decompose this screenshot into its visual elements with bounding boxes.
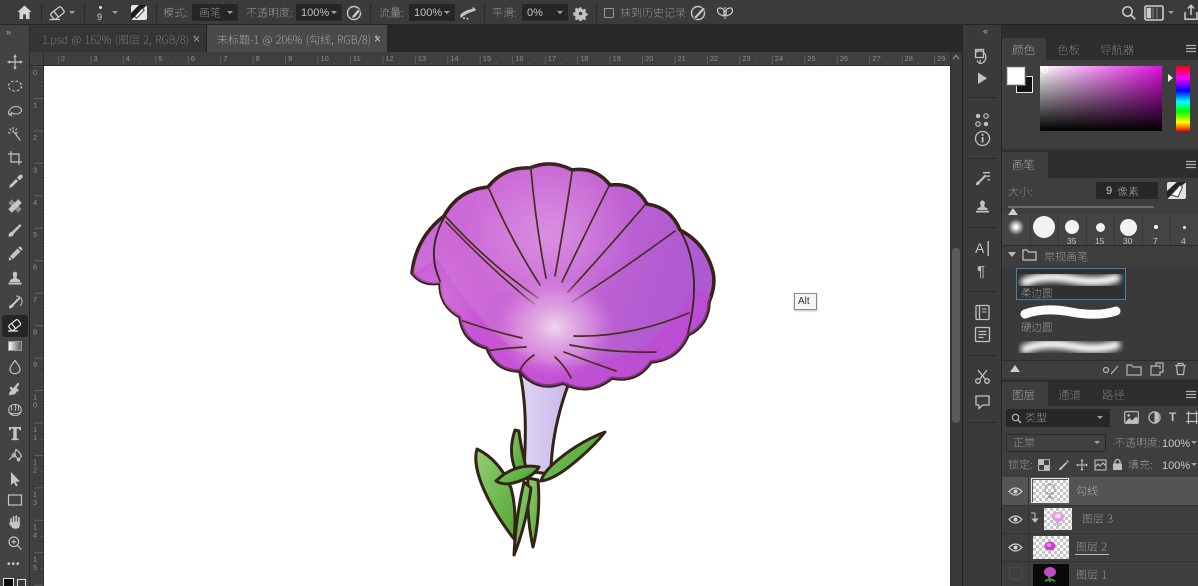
svg-text:6: 6 (33, 263, 37, 272)
svg-text:17: 17 (548, 54, 556, 63)
svg-text:16: 16 (515, 54, 523, 63)
svg-text:6: 6 (191, 54, 195, 63)
svg-text:4: 4 (33, 530, 37, 539)
svg-text:10: 10 (321, 54, 329, 63)
svg-text:28: 28 (905, 54, 913, 63)
svg-text:5: 5 (158, 54, 162, 63)
svg-text:9: 9 (33, 360, 37, 369)
svg-text:22: 22 (710, 54, 718, 63)
svg-text:3: 3 (93, 54, 97, 63)
svg-text:0: 0 (33, 68, 37, 77)
svg-text:2: 2 (61, 54, 65, 63)
svg-text:20: 20 (645, 54, 653, 63)
svg-text:3: 3 (33, 498, 37, 507)
svg-text:1: 1 (33, 101, 37, 110)
svg-text:2: 2 (33, 465, 37, 474)
svg-text:11: 11 (353, 54, 361, 63)
svg-text:¶: ¶ (977, 263, 985, 279)
svg-text:23: 23 (742, 54, 750, 63)
svg-text:18: 18 (580, 54, 588, 63)
svg-text:A: A (975, 240, 985, 256)
svg-text:5: 5 (33, 563, 37, 572)
svg-text:25: 25 (807, 54, 815, 63)
svg-text:27: 27 (872, 54, 880, 63)
svg-text:24: 24 (775, 54, 783, 63)
svg-text:12: 12 (385, 54, 393, 63)
svg-text:3: 3 (33, 165, 37, 174)
svg-text:14: 14 (450, 54, 458, 63)
svg-text:4: 4 (126, 54, 130, 63)
svg-text:8: 8 (33, 328, 37, 337)
svg-text:15: 15 (483, 54, 491, 63)
svg-text:8: 8 (256, 54, 260, 63)
svg-text:1: 1 (33, 433, 37, 442)
svg-text:4: 4 (33, 198, 37, 207)
svg-text:7: 7 (33, 295, 37, 304)
svg-text:19: 19 (613, 54, 621, 63)
svg-text:0: 0 (33, 401, 37, 410)
svg-text:13: 13 (418, 54, 426, 63)
svg-text:9: 9 (288, 54, 292, 63)
svg-text:29: 29 (937, 54, 945, 63)
svg-text:7: 7 (223, 54, 227, 63)
svg-text:2: 2 (33, 133, 37, 142)
svg-text:26: 26 (840, 54, 848, 63)
svg-text:21: 21 (678, 54, 686, 63)
svg-text:5: 5 (33, 230, 37, 239)
